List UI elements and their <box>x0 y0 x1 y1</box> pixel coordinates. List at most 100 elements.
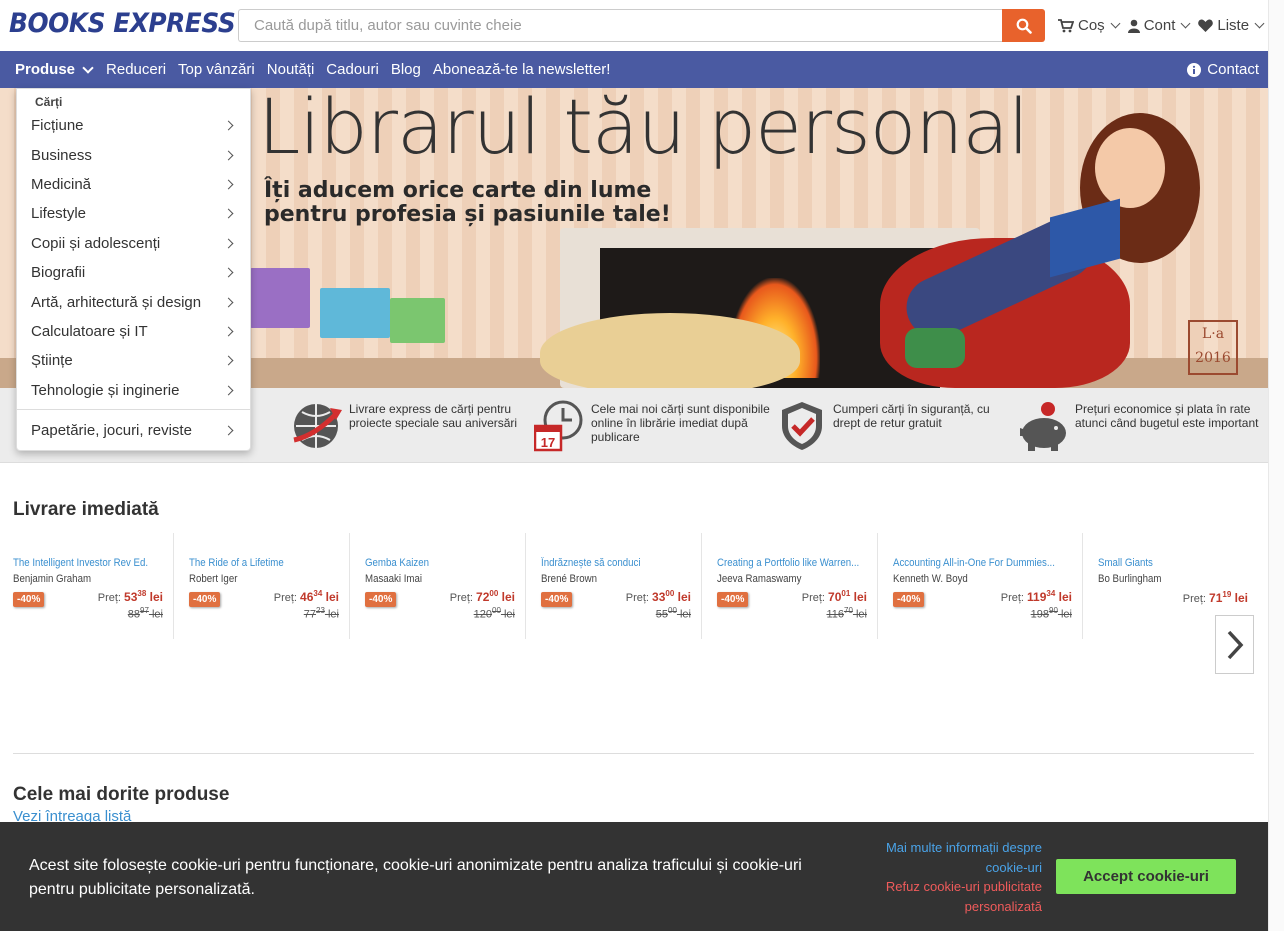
category-item[interactable]: Medicină <box>17 170 250 199</box>
chevron-right-icon <box>1227 630 1243 659</box>
category-item[interactable]: Copii și adolescenți <box>17 229 250 258</box>
product-card[interactable]: The Intelligent Investor Rev Ed. Benjami… <box>0 533 174 639</box>
product-title[interactable]: Gemba Kaizen <box>365 557 514 569</box>
category-item[interactable]: Business <box>17 140 250 169</box>
discount-badge: -40% <box>541 592 573 607</box>
gift-illustration <box>390 298 445 343</box>
category-label: Științe <box>31 352 73 370</box>
category-label: Calculatoare și IT <box>31 322 148 340</box>
nav-item-newsletter[interactable]: Abonează-te la newsletter! <box>433 61 611 78</box>
product-author: Brené Brown <box>541 573 597 585</box>
calendar-day: 17 <box>541 435 555 450</box>
nav-contact[interactable]: Contact <box>1187 61 1259 78</box>
product-price: Preț: 5338 lei <box>97 589 163 604</box>
product-card[interactable]: The Ride of a Lifetime Robert Iger -40% … <box>176 533 350 639</box>
search-icon <box>1016 18 1032 34</box>
product-card[interactable]: Creating a Portfolio like Warren... Jeev… <box>704 533 878 639</box>
gift-illustration <box>320 288 390 338</box>
product-title[interactable]: Accounting All-in-One For Dummies... <box>893 557 1071 569</box>
nav-item-gifts[interactable]: Cadouri <box>326 61 379 78</box>
cookie-links: Mai multe informații despre cookie-uri R… <box>870 838 1042 916</box>
lists-label: Liste <box>1217 17 1250 34</box>
chevron-right-icon <box>223 326 234 337</box>
nav-products[interactable]: Produse <box>15 61 94 78</box>
cookie-accept-button[interactable]: Accept cookie-uri <box>1056 859 1236 894</box>
chevron-right-icon <box>223 120 234 131</box>
chevron-right-icon <box>223 355 234 366</box>
clock-calendar-icon: 17 <box>534 400 586 452</box>
chevron-right-icon <box>223 208 234 219</box>
product-price: Preț: 3300 lei <box>625 589 691 604</box>
category-item[interactable]: Științe <box>17 346 250 375</box>
category-label: Ficțiune <box>31 117 84 135</box>
cookie-refuse-link[interactable]: Refuz cookie-uri publicitate personaliza… <box>870 877 1042 916</box>
page-scrollbar[interactable] <box>1268 0 1284 931</box>
category-item-stationery[interactable]: Papetărie, jocuri, reviste <box>17 416 250 445</box>
product-author: Jeeva Ramaswamy <box>717 573 802 585</box>
feature-item: Livrare express de cărți pentru proiecte… <box>292 400 534 452</box>
nav-item-blog[interactable]: Blog <box>391 61 421 78</box>
chevron-right-icon <box>223 297 234 307</box>
product-author: Masaaki Imai <box>365 573 423 585</box>
category-label: Copii și adolescenți <box>31 234 161 252</box>
product-title[interactable]: The Intelligent Investor Rev Ed. <box>13 557 162 569</box>
search-input[interactable] <box>238 9 1003 42</box>
chevron-down-icon <box>1110 18 1121 29</box>
cookie-text: Acest site folosește cookie-uri pentru f… <box>29 857 802 898</box>
dropdown-heading: Cărți <box>35 95 63 109</box>
site-logo[interactable]: BOOKS EXPRESS <box>9 8 236 39</box>
category-item[interactable]: Calculatoare și IT <box>17 317 250 346</box>
product-title[interactable]: Small Giants <box>1098 557 1247 569</box>
product-author: Robert Iger <box>189 573 238 585</box>
hero-subtitle-line1: Îți aducem orice carte din lume <box>264 178 652 203</box>
section-divider <box>13 753 1254 754</box>
hero-subtitle: Îți aducem orice carte din lume pentru p… <box>264 179 671 227</box>
product-price: Preț: 11934 lei <box>1000 589 1072 604</box>
category-label: Tehnologie și inginerie <box>31 381 180 399</box>
chevron-right-icon <box>223 179 234 190</box>
product-title[interactable]: Creating a Portfolio like Warren... <box>717 557 866 569</box>
product-card[interactable]: Accounting All-in-One For Dummies... Ken… <box>880 533 1083 639</box>
feature-text: Cele mai noi cărți sunt disponibile onli… <box>591 402 770 444</box>
category-item[interactable]: Biografii <box>17 258 250 287</box>
product-title[interactable]: The Ride of a Lifetime <box>189 557 338 569</box>
product-card[interactable]: Îndrăznește să conduci Brené Brown -40% … <box>528 533 702 639</box>
feature-text: Cumperi cărți în siguranță, cu drept de … <box>833 402 990 430</box>
header-links: Coș Cont Liste <box>1058 17 1266 34</box>
main-nav: Produse Reduceri Top vânzări Noutăți Cad… <box>0 51 1268 88</box>
category-item[interactable]: Ficțiune <box>17 111 250 140</box>
category-label: Biografii <box>31 264 86 282</box>
nav-item-new[interactable]: Noutăți <box>267 61 315 78</box>
product-old-price: 11670 lei <box>826 606 867 621</box>
product-author: Kenneth W. Boyd <box>893 573 968 585</box>
discount-badge: -40% <box>13 592 45 607</box>
hero-title: Librarul tău personal <box>258 88 1029 171</box>
product-author: Bo Burlingham <box>1098 573 1162 585</box>
account-menu[interactable]: Cont <box>1127 17 1193 34</box>
cart-menu[interactable]: Coș <box>1058 17 1122 34</box>
nav-item-discounts[interactable]: Reduceri <box>106 61 166 78</box>
feature-text: Prețuri economice și plata în rate atunc… <box>1075 402 1259 430</box>
girl-face-illustration <box>1095 128 1165 208</box>
nav-products-label: Produse <box>15 61 76 78</box>
product-title[interactable]: Îndrăznește să conduci <box>541 557 690 569</box>
cookie-more-info-link[interactable]: Mai multe informații despre cookie-uri <box>870 838 1042 877</box>
category-item[interactable]: Tehnologie și inginerie <box>17 376 250 405</box>
artist-signature: L·a 2016 <box>1188 320 1238 375</box>
chevron-right-icon <box>223 238 234 249</box>
book-illustration <box>1050 198 1120 278</box>
product-old-price: 8897 lei <box>127 606 163 621</box>
product-old-price: 19890 lei <box>1030 606 1072 621</box>
category-label: Medicină <box>31 175 92 193</box>
product-card[interactable]: Gemba Kaizen Masaaki Imai -40% Preț: 720… <box>352 533 526 639</box>
lists-menu[interactable]: Liste <box>1198 17 1266 34</box>
piggy-bank-icon <box>1018 400 1070 452</box>
category-item[interactable]: Lifestyle <box>17 199 250 228</box>
carousel-next-button[interactable] <box>1215 615 1254 674</box>
dog-illustration <box>540 313 800 388</box>
feature-text: Livrare express de cărți pentru proiecte… <box>349 402 518 430</box>
search-button[interactable] <box>1002 9 1045 42</box>
chevron-down-icon <box>82 61 94 74</box>
nav-item-top-sales[interactable]: Top vânzări <box>178 61 255 78</box>
category-item[interactable]: Artă, arhitectură și design <box>17 287 250 316</box>
